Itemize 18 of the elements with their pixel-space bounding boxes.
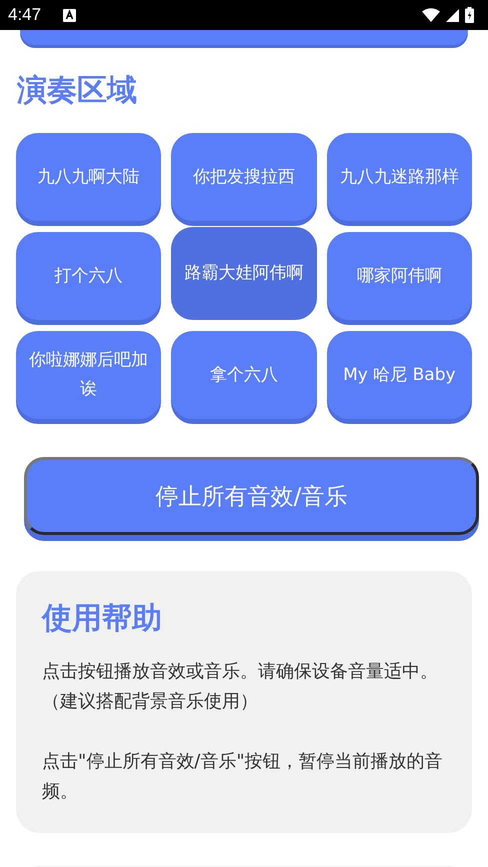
sound-button[interactable]: 你把发搜拉西 — [171, 133, 317, 221]
sound-button[interactable]: 路霸大娃阿伟啊 — [171, 227, 317, 320]
sound-button[interactable]: 九八九啊大陆 — [16, 133, 162, 221]
notification-icon — [63, 8, 76, 22]
sound-button[interactable]: 九八九迷路那样 — [326, 133, 472, 221]
sound-button[interactable]: 打个六八 — [16, 232, 162, 320]
sound-button[interactable]: 拿个六八 — [171, 331, 317, 419]
help-title: 使用帮助 — [42, 600, 163, 638]
wifi-icon — [422, 8, 440, 22]
section-title: 演奏区域 — [17, 72, 138, 110]
sound-button[interactable]: My 哈尼 Baby — [326, 331, 472, 419]
sound-button[interactable]: 哪家阿伟啊 — [326, 232, 472, 320]
battery-icon — [465, 7, 474, 23]
status-time: 4:47 — [8, 5, 42, 25]
help-text: 点击"停止所有音效/音乐"按钮，暂停当前播放的音频。 — [42, 750, 444, 804]
signal-icon — [446, 8, 459, 22]
help-text: 点击按钮播放音效或音乐。请确保设备音量适中。（建议搭配背景音乐使用） — [42, 660, 439, 714]
sound-button[interactable]: 你啦娜娜后吧加诶 — [16, 331, 162, 419]
